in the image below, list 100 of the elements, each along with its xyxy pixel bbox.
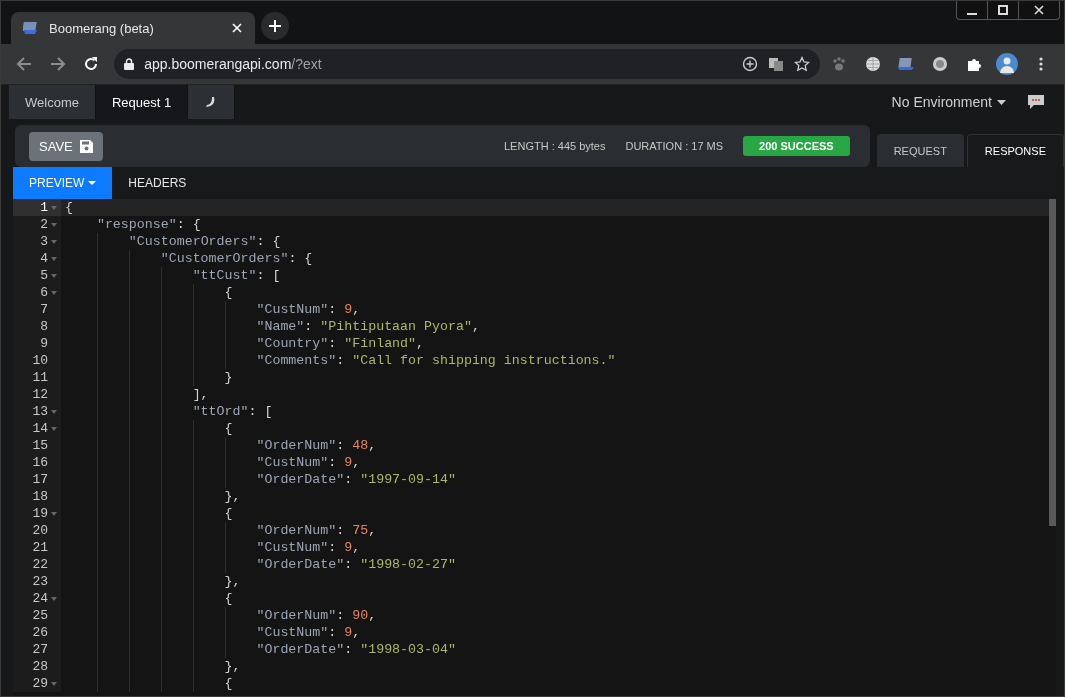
- line-number: 2: [40, 216, 48, 233]
- line-number: 26: [32, 624, 48, 641]
- line-number: 24: [32, 590, 48, 607]
- plus-icon: [268, 19, 282, 33]
- line-number: 27: [32, 641, 48, 658]
- code-line: "ttOrd": [: [192, 403, 273, 420]
- minimize-icon: [967, 13, 977, 15]
- line-number: 20: [32, 522, 48, 539]
- close-icon[interactable]: [231, 22, 243, 34]
- line-number: 28: [32, 658, 48, 675]
- fold-icon[interactable]: [51, 596, 57, 601]
- code-line: "OrderNum": 48,: [256, 437, 377, 454]
- caret-icon: [88, 181, 97, 185]
- code-line: {: [224, 420, 233, 437]
- code-line: "CustomerOrders": {: [160, 250, 313, 267]
- app-tab[interactable]: Welcome: [9, 85, 96, 119]
- close-icon: [1034, 5, 1044, 15]
- line-number: 8: [40, 318, 48, 335]
- code-line: "response": {: [96, 216, 201, 233]
- response-length: LENGTH : 445 bytes: [504, 140, 606, 152]
- line-number: 10: [32, 352, 48, 369]
- status-badge: 200 SUCCESS: [743, 136, 850, 156]
- line-number: 15: [32, 437, 48, 454]
- line-number: 17: [32, 471, 48, 488]
- code-line: "OrderNum": 75,: [256, 522, 377, 539]
- code-line: "Country": "Finland",: [256, 335, 425, 352]
- line-number: 12: [32, 386, 48, 403]
- code-line: {: [224, 590, 233, 607]
- fold-icon[interactable]: [51, 222, 57, 227]
- code-line: },: [224, 573, 241, 590]
- new-tab-button[interactable]: [261, 12, 289, 40]
- code-line: {: [224, 284, 233, 301]
- line-number: 23: [32, 573, 48, 590]
- line-number: 6: [40, 284, 48, 301]
- fold-icon[interactable]: [51, 205, 57, 210]
- line-number: 3: [40, 233, 48, 250]
- fold-icon[interactable]: [51, 273, 57, 278]
- code-line: "Comments": "Call for shipping instructions.": [256, 352, 616, 369]
- environment-dropdown[interactable]: No Environment: [885, 93, 1012, 111]
- fold-icon[interactable]: [51, 409, 57, 414]
- line-number: 9: [40, 335, 48, 352]
- chat-icon[interactable]: [1028, 95, 1044, 109]
- code-line: "ttCust": [: [192, 267, 281, 284]
- new-request-tab[interactable]: [188, 85, 236, 119]
- browser-tab[interactable]: Boomerang (beta): [11, 12, 255, 44]
- panel-tab[interactable]: RESPONSE: [966, 134, 1064, 167]
- code-line: "CustNum": 9,: [256, 301, 361, 318]
- line-number: 21: [32, 539, 48, 556]
- code-line: },: [224, 658, 241, 675]
- line-number: 5: [40, 267, 48, 284]
- back-arrow-icon: [15, 56, 32, 72]
- fold-icon[interactable]: [51, 511, 57, 516]
- code-line: "OrderDate": "1997-09-14": [256, 471, 456, 488]
- line-number: 1: [40, 199, 48, 216]
- tab-favicon-icon: [23, 21, 39, 35]
- code-line: },: [224, 488, 241, 505]
- response-duration: DURATION : 17 MS: [625, 140, 724, 152]
- add-circle-icon[interactable]: [741, 56, 758, 72]
- fold-icon[interactable]: [51, 681, 57, 686]
- code-line: {: [65, 199, 73, 216]
- address-bar[interactable]: app.boomerangapi.com/?ext: [114, 49, 820, 79]
- fold-icon[interactable]: [51, 239, 57, 244]
- translate-icon[interactable]: [767, 56, 784, 72]
- line-number: 25: [32, 607, 48, 624]
- code-line: "CustomerOrders": {: [128, 233, 281, 250]
- reload-icon: [83, 56, 100, 72]
- code-line: "CustNum": 9,: [256, 624, 361, 641]
- fold-icon[interactable]: [51, 426, 57, 431]
- line-number: 4: [40, 250, 48, 267]
- fold-icon[interactable]: [51, 290, 57, 295]
- line-number: 19: [32, 505, 48, 522]
- maximize-icon: [998, 5, 1008, 15]
- code-editor[interactable]: [13, 199, 1056, 696]
- view-tab[interactable]: HEADERS: [112, 167, 203, 199]
- view-tab[interactable]: PREVIEW: [13, 167, 113, 199]
- caret-icon: [997, 99, 1006, 105]
- line-number: 11: [32, 369, 48, 386]
- code-line: "Name": "Pihtiputaan Pyora",: [256, 318, 480, 335]
- code-line: "CustNum": 9,: [256, 539, 361, 556]
- code-line: "OrderNum": 90,: [256, 607, 377, 624]
- line-number: 13: [32, 403, 48, 420]
- fold-icon[interactable]: [51, 256, 57, 261]
- code-line: }: [224, 369, 233, 386]
- code-line: ],: [192, 386, 209, 403]
- line-number: 7: [40, 301, 48, 318]
- line-number: 22: [32, 556, 48, 573]
- lock-icon: [124, 58, 135, 70]
- line-number: 16: [32, 454, 48, 471]
- tab-title: Boomerang (beta): [49, 20, 155, 36]
- code-line: {: [224, 505, 233, 522]
- scrollbar-thumb[interactable]: [1049, 199, 1056, 526]
- save-button[interactable]: SAVE: [29, 131, 103, 161]
- forward-arrow-icon: [49, 56, 66, 72]
- star-icon[interactable]: [793, 56, 810, 72]
- code-line: "OrderDate": "1998-02-27": [256, 556, 456, 573]
- code-line: "OrderDate": "1998-03-04": [256, 641, 456, 658]
- line-number: 18: [32, 488, 48, 505]
- panel-tab[interactable]: REQUEST: [876, 134, 964, 167]
- code-line: {: [224, 675, 233, 692]
- line-number: 29: [32, 675, 48, 692]
